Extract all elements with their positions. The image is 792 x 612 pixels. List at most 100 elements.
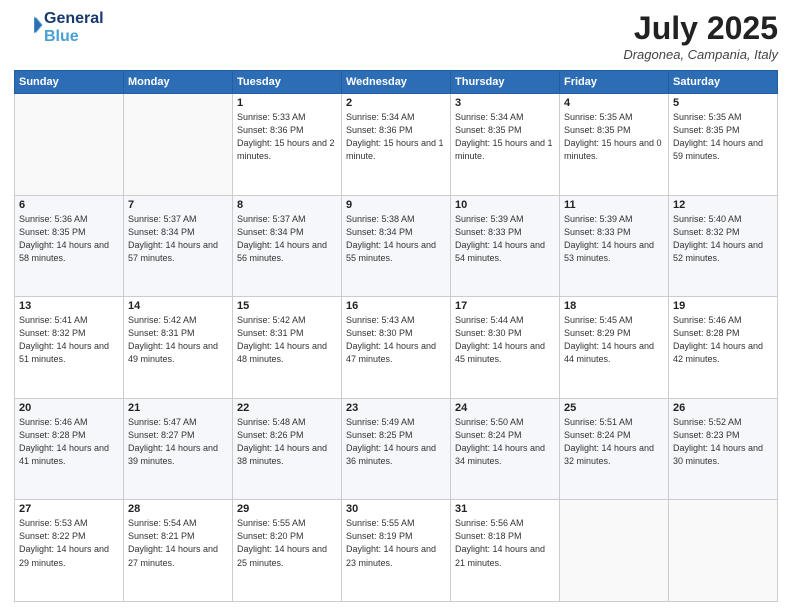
day-info: Sunrise: 5:41 AM Sunset: 8:32 PM Dayligh… — [19, 314, 119, 366]
day-number: 2 — [346, 97, 446, 109]
calendar-cell — [560, 500, 669, 602]
calendar-cell: 20Sunrise: 5:46 AM Sunset: 8:28 PM Dayli… — [15, 398, 124, 500]
day-info: Sunrise: 5:34 AM Sunset: 8:36 PM Dayligh… — [346, 111, 446, 163]
day-number: 16 — [346, 300, 446, 312]
day-number: 29 — [237, 503, 337, 515]
day-number: 6 — [19, 199, 119, 211]
calendar-week-1: 1 Sunrise: 5:33 AM Sunset: 8:36 PM Daylig… — [15, 94, 778, 196]
calendar-cell: 29Sunrise: 5:55 AM Sunset: 8:20 PM Dayli… — [233, 500, 342, 602]
day-number: 17 — [455, 300, 555, 312]
day-number: 9 — [346, 199, 446, 211]
calendar-cell: 21Sunrise: 5:47 AM Sunset: 8:27 PM Dayli… — [124, 398, 233, 500]
day-info: Sunrise: 5:36 AM Sunset: 8:35 PM Dayligh… — [19, 213, 119, 265]
day-info: Sunrise: 5:47 AM Sunset: 8:27 PM Dayligh… — [128, 416, 228, 468]
day-number: 15 — [237, 300, 337, 312]
calendar-cell: 8 Sunrise: 5:37 AM Sunset: 8:34 PM Daylig… — [233, 195, 342, 297]
calendar-header-row: Sunday Monday Tuesday Wednesday Thursday… — [15, 71, 778, 94]
day-number: 23 — [346, 402, 446, 414]
day-number: 28 — [128, 503, 228, 515]
calendar-cell — [669, 500, 778, 602]
day-info: Sunrise: 5:44 AM Sunset: 8:30 PM Dayligh… — [455, 314, 555, 366]
day-number: 18 — [564, 300, 664, 312]
calendar-cell: 9 Sunrise: 5:38 AM Sunset: 8:34 PM Daylig… — [342, 195, 451, 297]
calendar-table: Sunday Monday Tuesday Wednesday Thursday… — [14, 70, 778, 602]
day-info: Sunrise: 5:50 AM Sunset: 8:24 PM Dayligh… — [455, 416, 555, 468]
calendar-week-4: 20Sunrise: 5:46 AM Sunset: 8:28 PM Dayli… — [15, 398, 778, 500]
calendar-cell: 6 Sunrise: 5:36 AM Sunset: 8:35 PM Daylig… — [15, 195, 124, 297]
calendar-cell: 19Sunrise: 5:46 AM Sunset: 8:28 PM Dayli… — [669, 297, 778, 399]
month-title: July 2025 — [623, 10, 778, 47]
day-info: Sunrise: 5:52 AM Sunset: 8:23 PM Dayligh… — [673, 416, 773, 468]
day-info: Sunrise: 5:37 AM Sunset: 8:34 PM Dayligh… — [128, 213, 228, 265]
calendar-cell — [124, 94, 233, 196]
calendar-cell: 7 Sunrise: 5:37 AM Sunset: 8:34 PM Daylig… — [124, 195, 233, 297]
calendar-cell: 15 Sunrise: 5:42 AM Sunset: 8:31 PM Dayli… — [233, 297, 342, 399]
day-info: Sunrise: 5:56 AM Sunset: 8:18 PM Dayligh… — [455, 517, 555, 569]
calendar-cell: 30 Sunrise: 5:55 AM Sunset: 8:19 PM Dayli… — [342, 500, 451, 602]
day-info: Sunrise: 5:48 AM Sunset: 8:26 PM Dayligh… — [237, 416, 337, 468]
day-info: Sunrise: 5:42 AM Sunset: 8:31 PM Dayligh… — [237, 314, 337, 366]
calendar-week-3: 13 Sunrise: 5:41 AM Sunset: 8:32 PM Dayli… — [15, 297, 778, 399]
day-info: Sunrise: 5:34 AM Sunset: 8:35 PM Dayligh… — [455, 111, 555, 163]
calendar-week-5: 27 Sunrise: 5:53 AM Sunset: 8:22 PM Dayli… — [15, 500, 778, 602]
logo-line2: Blue — [44, 28, 104, 46]
day-number: 11 — [564, 199, 664, 211]
day-number: 27 — [19, 503, 119, 515]
header: General Blue July 2025 Dragonea, Campani… — [14, 10, 778, 62]
day-info: Sunrise: 5:33 AM Sunset: 8:36 PM Dayligh… — [237, 111, 337, 163]
calendar-cell: 17 Sunrise: 5:44 AM Sunset: 8:30 PM Dayli… — [451, 297, 560, 399]
calendar-cell: 11 Sunrise: 5:39 AM Sunset: 8:33 PM Dayli… — [560, 195, 669, 297]
col-wednesday: Wednesday — [342, 71, 451, 94]
day-info: Sunrise: 5:49 AM Sunset: 8:25 PM Dayligh… — [346, 416, 446, 468]
calendar-cell: 5 Sunrise: 5:35 AM Sunset: 8:35 PM Daylig… — [669, 94, 778, 196]
calendar-cell: 2 Sunrise: 5:34 AM Sunset: 8:36 PM Daylig… — [342, 94, 451, 196]
day-number: 22 — [237, 402, 337, 414]
calendar-cell: 10Sunrise: 5:39 AM Sunset: 8:33 PM Dayli… — [451, 195, 560, 297]
day-info: Sunrise: 5:46 AM Sunset: 8:28 PM Dayligh… — [673, 314, 773, 366]
day-info: Sunrise: 5:39 AM Sunset: 8:33 PM Dayligh… — [564, 213, 664, 265]
calendar-cell: 24 Sunrise: 5:50 AM Sunset: 8:24 PM Dayli… — [451, 398, 560, 500]
col-thursday: Thursday — [451, 71, 560, 94]
calendar-cell: 12 Sunrise: 5:40 AM Sunset: 8:32 PM Dayli… — [669, 195, 778, 297]
day-info: Sunrise: 5:40 AM Sunset: 8:32 PM Dayligh… — [673, 213, 773, 265]
day-info: Sunrise: 5:35 AM Sunset: 8:35 PM Dayligh… — [564, 111, 664, 163]
day-info: Sunrise: 5:38 AM Sunset: 8:34 PM Dayligh… — [346, 213, 446, 265]
logo-icon — [16, 11, 44, 39]
calendar-cell: 23 Sunrise: 5:49 AM Sunset: 8:25 PM Dayli… — [342, 398, 451, 500]
calendar-cell: 27 Sunrise: 5:53 AM Sunset: 8:22 PM Dayli… — [15, 500, 124, 602]
day-info: Sunrise: 5:37 AM Sunset: 8:34 PM Dayligh… — [237, 213, 337, 265]
day-number: 14 — [128, 300, 228, 312]
day-info: Sunrise: 5:35 AM Sunset: 8:35 PM Dayligh… — [673, 111, 773, 163]
day-number: 1 — [237, 97, 337, 109]
day-number: 8 — [237, 199, 337, 211]
day-info: Sunrise: 5:55 AM Sunset: 8:19 PM Dayligh… — [346, 517, 446, 569]
calendar-cell — [15, 94, 124, 196]
calendar-cell: 26 Sunrise: 5:52 AM Sunset: 8:23 PM Dayli… — [669, 398, 778, 500]
calendar-cell: 3 Sunrise: 5:34 AM Sunset: 8:35 PM Daylig… — [451, 94, 560, 196]
calendar-cell: 16Sunrise: 5:43 AM Sunset: 8:30 PM Dayli… — [342, 297, 451, 399]
location: Dragonea, Campania, Italy — [623, 47, 778, 62]
calendar-cell: 4Sunrise: 5:35 AM Sunset: 8:35 PM Daylig… — [560, 94, 669, 196]
day-info: Sunrise: 5:42 AM Sunset: 8:31 PM Dayligh… — [128, 314, 228, 366]
day-number: 3 — [455, 97, 555, 109]
day-number: 20 — [19, 402, 119, 414]
day-number: 25 — [564, 402, 664, 414]
calendar-cell: 13 Sunrise: 5:41 AM Sunset: 8:32 PM Dayli… — [15, 297, 124, 399]
day-info: Sunrise: 5:45 AM Sunset: 8:29 PM Dayligh… — [564, 314, 664, 366]
calendar-cell: 18 Sunrise: 5:45 AM Sunset: 8:29 PM Dayli… — [560, 297, 669, 399]
day-info: Sunrise: 5:54 AM Sunset: 8:21 PM Dayligh… — [128, 517, 228, 569]
day-number: 5 — [673, 97, 773, 109]
day-number: 26 — [673, 402, 773, 414]
day-info: Sunrise: 5:53 AM Sunset: 8:22 PM Dayligh… — [19, 517, 119, 569]
calendar-cell: 28 Sunrise: 5:54 AM Sunset: 8:21 PM Dayli… — [124, 500, 233, 602]
logo: General Blue — [14, 10, 104, 45]
day-number: 7 — [128, 199, 228, 211]
calendar-cell: 31 Sunrise: 5:56 AM Sunset: 8:18 PM Dayli… — [451, 500, 560, 602]
day-number: 13 — [19, 300, 119, 312]
day-number: 24 — [455, 402, 555, 414]
day-number: 30 — [346, 503, 446, 515]
day-number: 12 — [673, 199, 773, 211]
day-number: 31 — [455, 503, 555, 515]
col-tuesday: Tuesday — [233, 71, 342, 94]
day-info: Sunrise: 5:51 AM Sunset: 8:24 PM Dayligh… — [564, 416, 664, 468]
